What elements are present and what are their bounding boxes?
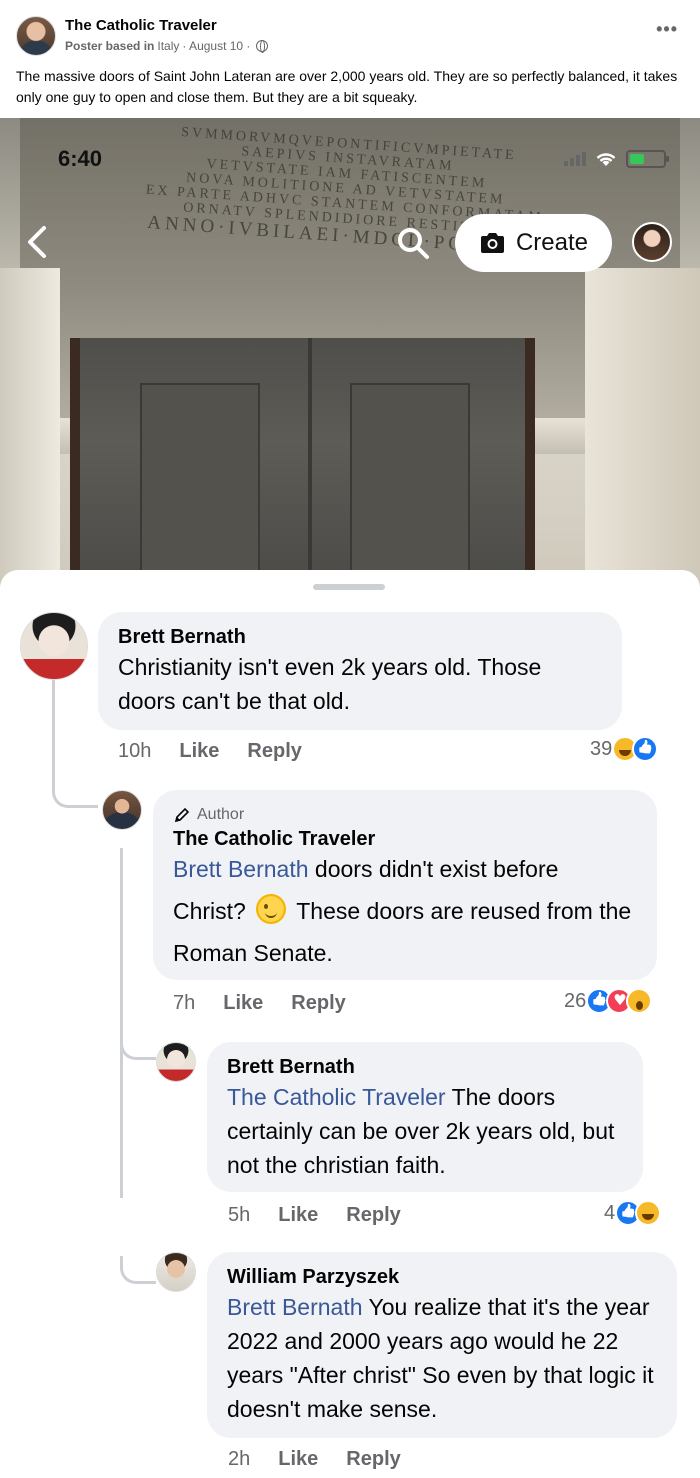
like-button[interactable]: Like — [179, 740, 219, 763]
comment-time[interactable]: 10h — [118, 740, 151, 763]
comment-bubble: Author The Catholic Traveler Brett Berna… — [153, 790, 657, 980]
comment-actions: 10h Like Reply — [118, 740, 302, 763]
profile-avatar[interactable] — [632, 222, 672, 262]
thread-elbow — [120, 1256, 156, 1284]
post-meta-prefix: Poster based in — [65, 39, 155, 53]
comment-avatar[interactable] — [156, 1252, 196, 1292]
comment-text: Brett Bernath doors didn't exist before … — [173, 848, 637, 974]
post-author-avatar[interactable] — [16, 16, 56, 56]
create-button-label: Create — [515, 229, 589, 256]
pilaster-left — [0, 268, 60, 588]
thread-elbow — [120, 1030, 156, 1060]
post-author-name[interactable]: The Catholic Traveler — [65, 17, 217, 34]
reaction-count: 26 — [564, 989, 587, 1012]
door-seam — [308, 338, 312, 588]
comment-actions: 7h Like Reply — [173, 992, 346, 1015]
post-meta: Poster based in Italy · August 10 · — [65, 39, 269, 53]
mention-link[interactable]: Brett Bernath — [173, 856, 309, 882]
signal-icon — [564, 152, 586, 166]
wow-reaction-icon — [626, 988, 653, 1014]
like-button[interactable]: Like — [278, 1204, 318, 1227]
reply-button[interactable]: Reply — [291, 992, 345, 1015]
mention-link[interactable]: Brett Bernath — [227, 1294, 363, 1320]
wifi-icon — [596, 153, 616, 166]
like-reaction-icon — [632, 736, 659, 762]
reaction-count: 39 — [590, 737, 613, 760]
comment-time[interactable]: 2h — [228, 1448, 250, 1471]
comment-time[interactable]: 7h — [173, 992, 195, 1015]
comment-avatar[interactable] — [20, 612, 88, 680]
camera-icon — [480, 233, 504, 253]
like-button[interactable]: Like — [278, 1448, 318, 1471]
pilaster-right — [585, 268, 700, 588]
status-time: 6:40 — [58, 146, 103, 171]
comment-text: Brett Bernath You realize that it's the … — [227, 1290, 657, 1426]
post-header: The Catholic Traveler Poster based in It… — [0, 0, 700, 118]
more-options-button[interactable]: ••• — [656, 20, 678, 38]
status-icons — [564, 150, 669, 168]
comment-avatar[interactable] — [156, 1042, 196, 1082]
author-badge-label: Author — [197, 806, 245, 823]
reaction-summary[interactable]: 4 — [604, 1200, 662, 1226]
sheet-grabber[interactable] — [313, 584, 385, 590]
comment-text-part: Christ? — [173, 898, 246, 924]
battery-icon — [626, 150, 669, 168]
bronze-door — [70, 338, 535, 588]
author-badge: Author — [173, 804, 637, 826]
thread-line — [120, 848, 123, 1198]
reply-button[interactable]: Reply — [346, 1204, 400, 1227]
comment-actions: 2h Like Reply — [228, 1448, 401, 1471]
pencil-icon — [174, 807, 190, 823]
comment-text: Christianity isn't even 2k years old. Th… — [118, 654, 542, 714]
post-text: The massive doors of Saint John Lateran … — [16, 68, 678, 105]
globe-icon — [256, 40, 269, 53]
reply-button[interactable]: Reply — [346, 1448, 400, 1471]
mention-link[interactable]: The Catholic Traveler — [227, 1084, 446, 1110]
comment-author[interactable]: Brett Bernath — [227, 1054, 623, 1080]
post-meta-time[interactable]: · August 10 · — [182, 39, 250, 53]
create-button[interactable]: Create — [455, 214, 612, 272]
wink-emoji-icon — [256, 894, 287, 924]
comment-text-part: doors didn't exist before — [308, 856, 559, 882]
reply-button[interactable]: Reply — [247, 740, 301, 763]
haha-reaction-icon — [635, 1200, 662, 1226]
comments-sheet: Brett Bernath Christianity isn't even 2k… — [0, 570, 700, 1478]
back-arrow-icon[interactable] — [24, 222, 54, 262]
comment-bubble: William Parzyszek Brett Bernath You real… — [207, 1252, 677, 1438]
comment-bubble: Brett Bernath Christianity isn't even 2k… — [98, 612, 622, 730]
like-button[interactable]: Like — [223, 992, 263, 1015]
door-panel-right — [350, 383, 470, 588]
comment-bubble: Brett Bernath The Catholic Traveler The … — [207, 1042, 643, 1192]
comment-author[interactable]: Brett Bernath — [118, 624, 602, 650]
reaction-summary[interactable]: 39 — [590, 736, 659, 762]
comment-text: The Catholic Traveler The doors certainl… — [227, 1080, 623, 1182]
comment-author[interactable]: William Parzyszek — [227, 1264, 657, 1290]
door-panel-left — [140, 383, 260, 588]
post-photo[interactable]: SVMMORVMQVEPONTIFICVMPIETATE SAEPIVS INS… — [0, 118, 700, 588]
reaction-summary[interactable]: 26 — [564, 988, 653, 1014]
post-meta-location[interactable]: Italy — [157, 39, 179, 53]
comment-actions: 5h Like Reply — [228, 1204, 401, 1227]
comment-avatar[interactable] — [102, 790, 142, 830]
reaction-count: 4 — [604, 1201, 616, 1224]
search-icon[interactable] — [396, 226, 430, 260]
comment-time[interactable]: 5h — [228, 1204, 250, 1227]
thread-elbow — [52, 770, 98, 808]
